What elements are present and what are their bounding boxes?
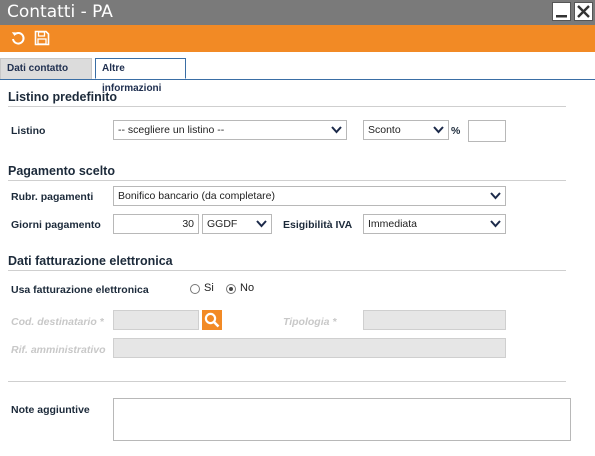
close-icon — [577, 5, 590, 18]
esigibilita-iva-value: Immediata — [368, 218, 418, 230]
close-button[interactable] — [574, 2, 593, 21]
rubr-pagamenti-value: Bonifico bancario (da completare) — [118, 190, 275, 202]
sconto-select[interactable]: Sconto — [363, 120, 449, 140]
undo-button[interactable] — [10, 30, 26, 46]
radio-si[interactable] — [190, 284, 200, 294]
section-divider — [8, 180, 566, 181]
section-divider — [8, 270, 566, 271]
save-button[interactable] — [34, 30, 50, 46]
esigibilita-iva-select[interactable]: Immediata — [363, 214, 506, 234]
section-listino-title: Listino predefinito — [8, 90, 118, 104]
sconto-input[interactable] — [468, 120, 506, 142]
giorni-pagamento-label: Giorni pagamento — [11, 219, 101, 231]
sconto-select-value: Sconto — [368, 124, 401, 136]
section-divider — [8, 106, 566, 107]
radio-no-label: No — [240, 282, 255, 294]
radio-no[interactable] — [226, 284, 236, 294]
window-title: Contatti - PA — [7, 2, 113, 22]
giorni-unit-value: GGDF — [207, 218, 238, 230]
search-button[interactable] — [202, 310, 222, 330]
section-fatturazione-title: Dati fatturazione elettronica — [8, 254, 173, 268]
minimize-icon — [556, 15, 567, 18]
chevron-down-icon — [331, 126, 342, 134]
section-divider — [8, 381, 566, 382]
toolbar — [0, 25, 595, 52]
tab-dati-contatto[interactable]: Dati contatto — [0, 58, 92, 79]
chevron-down-icon — [490, 192, 501, 200]
note-aggiuntive-label: Note aggiuntive — [11, 404, 90, 416]
search-icon — [204, 312, 220, 328]
rubr-pagamenti-select[interactable]: Bonifico bancario (da completare) — [113, 186, 506, 206]
listino-label: Listino — [11, 125, 46, 137]
esigibilita-iva-label: Esigibilità IVA — [283, 219, 353, 231]
chevron-down-icon — [256, 220, 267, 228]
chevron-down-icon — [433, 126, 444, 134]
cod-destinatario-label: Cod. destinatario * — [11, 316, 104, 328]
tipologia-label: Tipologia * — [283, 316, 337, 328]
tipologia-input — [363, 310, 506, 330]
rif-amministrativo-input — [113, 338, 506, 358]
giorni-pagamento-input[interactable]: 30 — [113, 214, 199, 234]
tab-altre-informazioni[interactable]: Altre informazioni — [95, 58, 186, 94]
section-pagamento-title: Pagamento scelto — [8, 164, 115, 178]
percent-label: % — [451, 125, 461, 137]
rubr-pagamenti-label: Rubr. pagamenti — [11, 191, 94, 203]
rif-amministrativo-label: Rif. amministrativo — [11, 344, 106, 356]
save-icon — [34, 30, 50, 46]
tab-bar: Dati contatto Altre informazioni — [0, 58, 595, 94]
listino-select-value: -- scegliere un listino -- — [118, 124, 225, 136]
radio-si-label: Si — [204, 282, 214, 294]
minimize-button[interactable] — [552, 2, 571, 21]
undo-icon — [11, 31, 25, 45]
giorni-unit-select[interactable]: GGDF — [202, 214, 272, 234]
tab-divider — [0, 79, 595, 80]
listino-select[interactable]: -- scegliere un listino -- — [113, 120, 347, 140]
title-bar: Contatti - PA — [0, 0, 595, 25]
note-aggiuntive-textarea[interactable] — [113, 398, 571, 441]
usa-fatturazione-label: Usa fatturazione elettronica — [11, 284, 149, 296]
cod-destinatario-input — [113, 310, 199, 330]
chevron-down-icon — [490, 220, 501, 228]
